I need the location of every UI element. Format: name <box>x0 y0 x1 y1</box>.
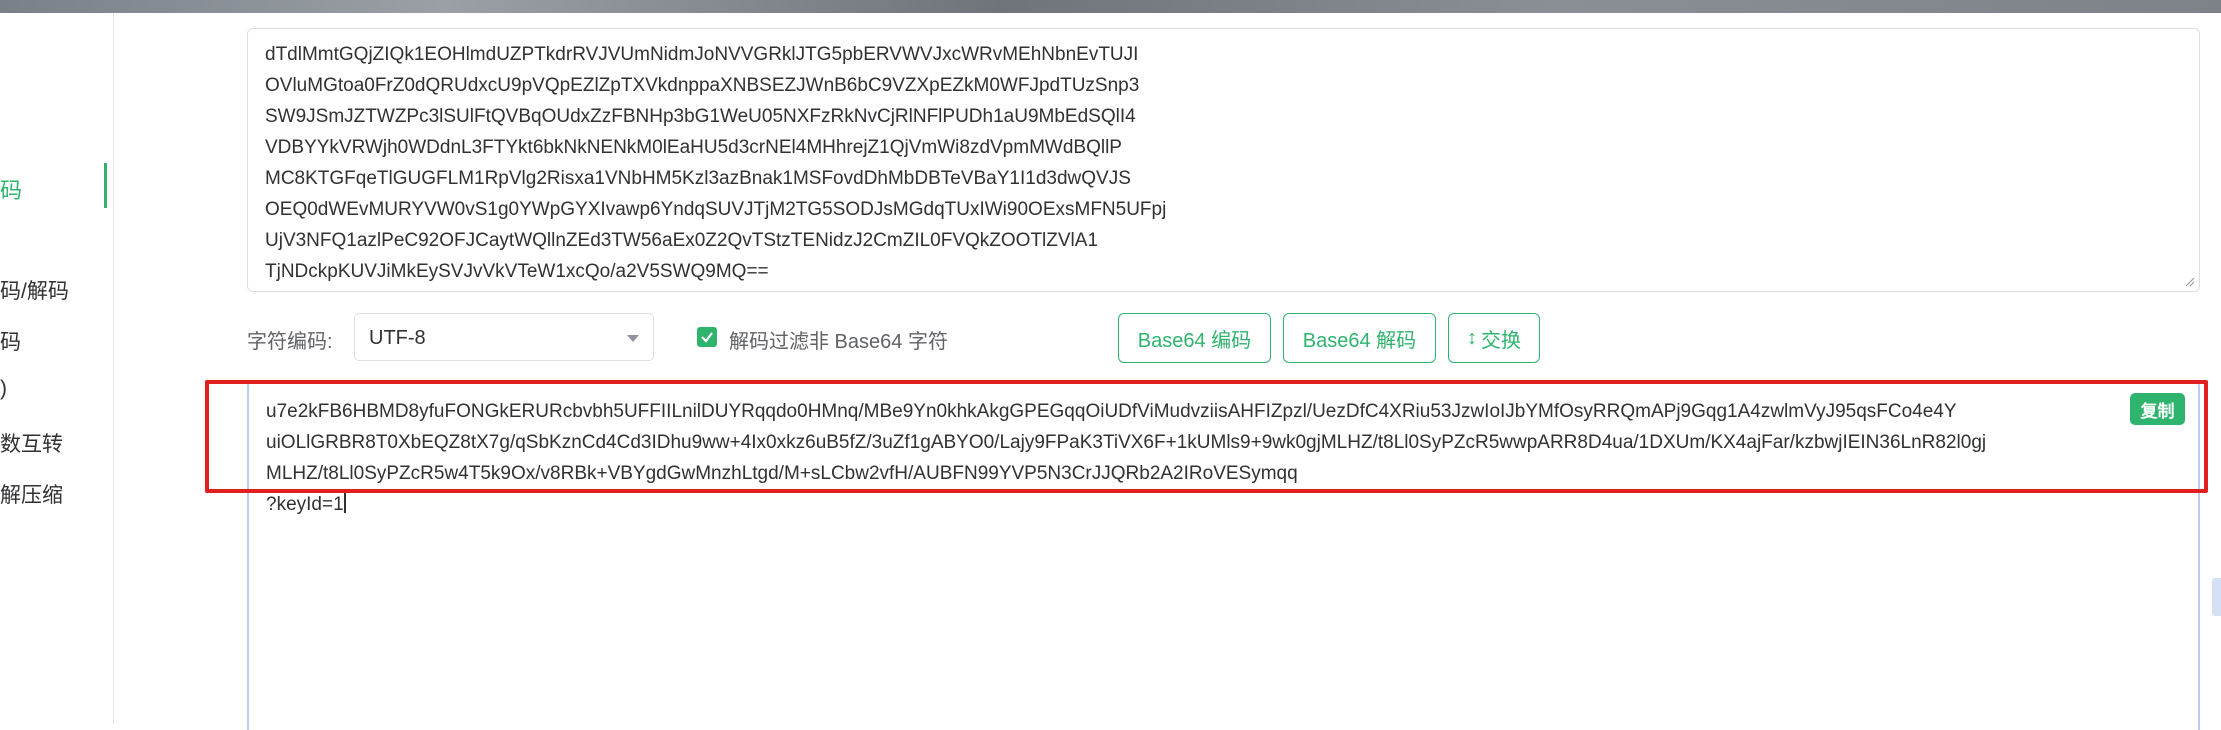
swap-arrows-icon: ↕ <box>1467 326 1477 349</box>
input-line: MC8KTGFqeTlGUGFLM1RpVlg2Risxa1VNbHM5Kzl3… <box>265 168 1131 189</box>
swap-label: 交换 <box>1481 329 1521 352</box>
output-line: uiOLlGRBR8T0XbEQZ8tX7g/qSbKznCd4Cd3IDhu9… <box>266 432 1987 453</box>
input-line: UjV3NFQ1azlPeC92OFJCaytWQllnZEd3TW56aEx0… <box>265 230 1099 251</box>
encoding-select-value: UTF-8 <box>369 327 426 349</box>
controls-row: 字符编码: UTF-8 解码过滤非 Base64 字符 Base64 编码 Ba… <box>247 313 1647 363</box>
sidebar-item-code[interactable]: 码 <box>0 326 21 356</box>
top-window-strip <box>0 0 2221 13</box>
output-line: MLHZ/t8Ll0SyPZcR5w4T5k9Ox/v8RBk+VBYgdGwM… <box>266 463 1298 484</box>
sidebar-item-encode-decode[interactable]: 码/解码 <box>0 275 69 305</box>
base64-input-textarea[interactable]: dTdlMmtGQjZIQk1EOHlmdUZPTkdrRVJVUmNidmJo… <box>247 28 2200 292</box>
output-line: ?keyId=1 <box>266 489 2182 520</box>
filter-checkbox[interactable] <box>697 327 717 347</box>
check-icon <box>701 332 713 343</box>
sidebar-active-indicator <box>104 163 107 208</box>
sidebar-item-convert[interactable]: 数互转 <box>0 428 63 458</box>
swap-button[interactable]: ↕ 交换 <box>1448 313 1540 363</box>
output-query-text: ?keyId=1 <box>266 494 344 515</box>
encoding-select[interactable]: UTF-8 <box>354 313 654 361</box>
base64-encode-button[interactable]: Base64 编码 <box>1118 313 1271 363</box>
chevron-down-icon <box>627 335 639 342</box>
input-line: OEQ0dWEvMURYVW0vS1g0YWpGYXIvawp6YndqSUVJ… <box>265 199 1167 220</box>
copy-button[interactable]: 复制 <box>2130 393 2185 425</box>
base64-decode-label: Base64 解码 <box>1302 329 1417 352</box>
input-line: SW9JSmJZTWZPc3lSUlFtQVBqOUdxZzFBNHp3bG1W… <box>265 106 1136 127</box>
encoding-label: 字符编码: <box>247 331 333 353</box>
input-line: TjNDckpKUVJiMkEySVJvVkVTeW1xcQo/a2V5SWQ9… <box>265 261 769 282</box>
sidebar-item-active[interactable]: 码 <box>0 173 22 205</box>
text-cursor <box>343 493 346 513</box>
input-line: VDBYYkVRWjh0WDdnL3FTYkt6bkNkNENkM0lEaHU5… <box>265 137 1122 158</box>
output-line: u7e2kFB6HBMD8yfuFONGkERURcbvbh5UFFIILnil… <box>266 401 1957 422</box>
base64-encode-label: Base64 编码 <box>1137 329 1252 352</box>
main-content: dTdlMmtGQjZIQk1EOHlmdUZPTkdrRVJVUmNidmJo… <box>113 13 2221 730</box>
base64-decode-button[interactable]: Base64 解码 <box>1283 313 1436 363</box>
sidebar: 码 码/解码 码 ) 数互转 解压缩 <box>0 13 114 724</box>
input-line: dTdlMmtGQjZIQk1EOHlmdUZPTkdrRVJVUmNidmJo… <box>265 44 1139 65</box>
filter-checkbox-label[interactable]: 解码过滤非 Base64 字符 <box>729 325 948 354</box>
scroll-handle[interactable] <box>2212 578 2221 616</box>
resize-grip-icon[interactable] <box>2185 277 2195 287</box>
sidebar-item-paren[interactable]: ) <box>0 377 7 401</box>
input-line: OVluMGtoa0FrZ0dQRUdxcU9pVQpEZlZpTXVkdnpp… <box>265 75 1140 96</box>
sidebar-item-decompress[interactable]: 解压缩 <box>0 479 63 509</box>
base64-output-textarea[interactable]: u7e2kFB6HBMD8yfuFONGkERURcbvbh5UFFIILnil… <box>247 380 2200 730</box>
